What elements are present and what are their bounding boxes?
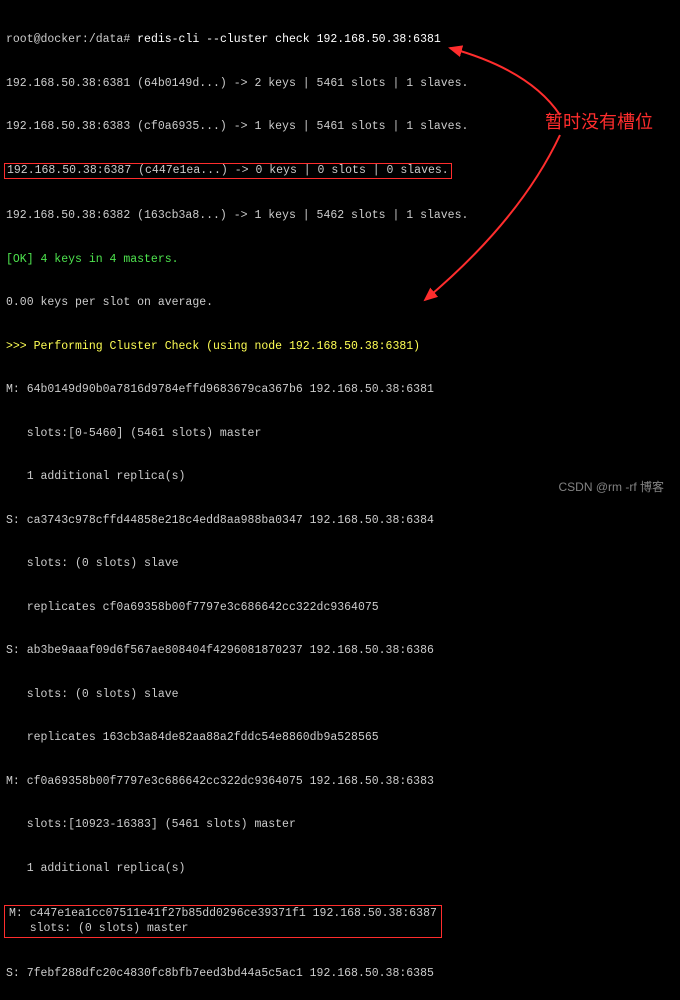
terminal-window: root@docker:/data# redis-cli --cluster c… [0, 0, 680, 1000]
ok-keys-line: [OK] 4 keys in 4 masters. [6, 253, 674, 268]
node-line: S: ab3be9aaaf09d6f567ae808404f4296081870… [6, 644, 674, 659]
watermark: CSDN @rm -rf 博客 [558, 480, 664, 495]
summary-line: 192.168.50.38:6382 (163cb3a8...) -> 1 ke… [6, 209, 674, 224]
summary-line: 192.168.50.38:6381 (64b0149d...) -> 2 ke… [6, 77, 674, 92]
average-line: 0.00 keys per slot on average. [6, 296, 674, 311]
highlight-new-node-summary: 192.168.50.38:6387 (c447e1ea...) -> 0 ke… [4, 163, 452, 180]
node-line: slots:[10923-16383] (5461 slots) master [6, 818, 674, 833]
command-text: redis-cli --cluster check 192.168.50.38:… [137, 33, 441, 46]
node-line: M: cf0a69358b00f7797e3c686642cc322dc9364… [6, 775, 674, 790]
node-line: slots: (0 slots) slave [6, 688, 674, 703]
node-line: slots:[0-5460] (5461 slots) master [6, 427, 674, 442]
node-line: 1 additional replica(s) [6, 862, 674, 877]
node-line: S: 7febf288dfc20c4830fc8bfb7eed3bd44a5c5… [6, 967, 674, 982]
node-line: S: ca3743c978cffd44858e218c4edd8aa988ba0… [6, 514, 674, 529]
node-line: M: 64b0149d90b0a7816d9784effd9683679ca36… [6, 383, 674, 398]
node-line: replicates cf0a69358b00f7797e3c686642cc3… [6, 601, 674, 616]
highlight-new-node-block: M: c447e1ea1cc07511e41f27b85dd0296ce3937… [4, 905, 442, 938]
performing-check-line: >>> Performing Cluster Check (using node… [6, 340, 674, 355]
node-line: replicates 163cb3a84de82aa88a2fddc54e886… [6, 731, 674, 746]
prompt-path: :/data# [82, 33, 130, 46]
annotation-label: 暂时没有槽位 [545, 115, 653, 130]
prompt-user: root@docker [6, 33, 82, 46]
command-line[interactable]: root@docker:/data# redis-cli --cluster c… [6, 33, 674, 48]
node-line: slots: (0 slots) slave [6, 557, 674, 572]
